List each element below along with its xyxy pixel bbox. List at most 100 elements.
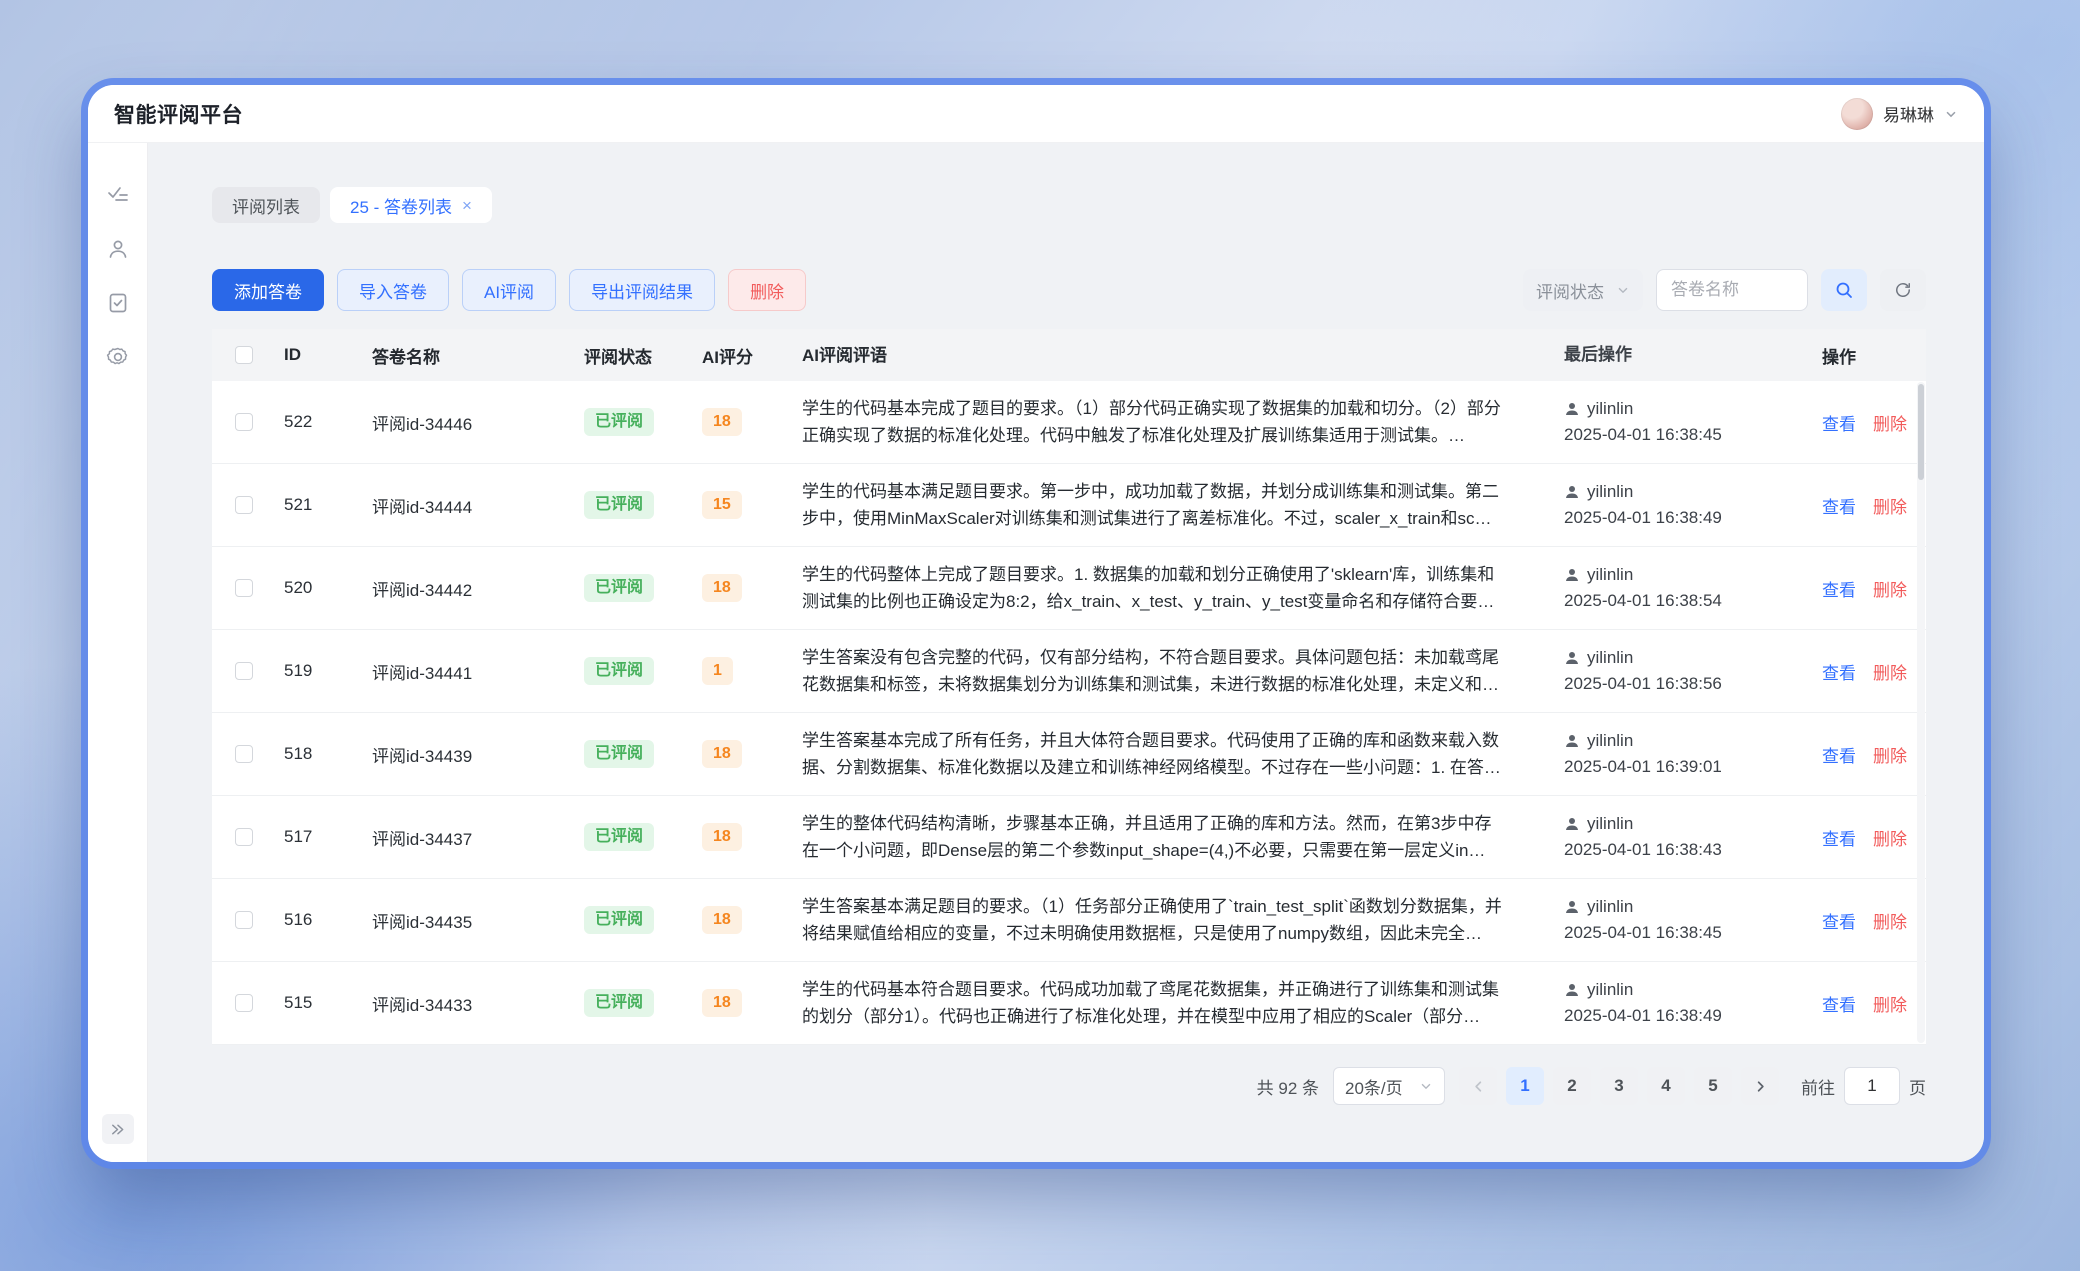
search-icon (1834, 280, 1854, 300)
row-name: 评阅id-34433 (364, 991, 576, 1016)
col-status: 评阅状态 (576, 343, 694, 368)
page-button-5[interactable]: 5 (1694, 1067, 1732, 1105)
view-link[interactable]: 查看 (1822, 742, 1856, 767)
view-link[interactable]: 查看 (1822, 825, 1856, 850)
row-checkbox[interactable] (235, 911, 253, 929)
row-name: 评阅id-34442 (364, 576, 576, 601)
row-time: 2025-04-01 16:38:49 (1564, 1003, 1806, 1029)
user-icon (1564, 650, 1580, 666)
import-answer-button[interactable]: 导入答卷 (337, 269, 449, 311)
row-lastop: yilinlin 2025-04-01 16:38:43 (1556, 811, 1814, 863)
prev-page-button[interactable] (1459, 1067, 1497, 1105)
row-checkbox[interactable] (235, 413, 253, 431)
view-link[interactable]: 查看 (1822, 991, 1856, 1016)
ai-review-button[interactable]: AI评阅 (462, 269, 556, 311)
delete-link[interactable]: 删除 (1873, 742, 1907, 767)
status-badge: 已评阅 (584, 989, 654, 1017)
next-page-button[interactable] (1741, 1067, 1779, 1105)
row-operator: yilinlin (1587, 811, 1633, 837)
row-checkbox[interactable] (235, 579, 253, 597)
app-window: 智能评阅平台 易琳琳 评阅列表 25 - 答卷列 (88, 85, 1984, 1162)
row-time: 2025-04-01 16:38:49 (1564, 505, 1806, 531)
row-checkbox[interactable] (235, 496, 253, 514)
page-button-3[interactable]: 3 (1600, 1067, 1638, 1105)
row-comment: 学生答案没有包含完整的代码，仅有部分结构，不符合题目要求。具体问题包括：未加载鸢… (794, 644, 1556, 698)
view-link[interactable]: 查看 (1822, 659, 1856, 684)
row-operator: yilinlin (1587, 396, 1633, 422)
avatar[interactable] (1841, 98, 1873, 130)
settings-gear-icon[interactable] (106, 345, 130, 369)
col-name: 答卷名称 (364, 343, 576, 368)
row-name: 评阅id-34439 (364, 742, 576, 767)
row-comment: 学生的代码基本完成了题目的要求。（1）部分代码正确实现了数据集的加载和切分。（2… (794, 395, 1556, 449)
delete-link[interactable]: 删除 (1873, 908, 1907, 933)
document-check-icon[interactable] (106, 291, 130, 315)
select-all-checkbox[interactable] (235, 346, 253, 364)
row-checkbox[interactable] (235, 745, 253, 763)
score-badge: 18 (702, 823, 742, 851)
chevron-down-icon (1616, 283, 1630, 297)
row-id: 519 (276, 661, 364, 681)
chevron-down-icon (1944, 107, 1958, 121)
row-checkbox[interactable] (235, 662, 253, 680)
delete-button[interactable]: 删除 (728, 269, 806, 311)
row-lastop: yilinlin 2025-04-01 16:38:49 (1556, 479, 1814, 531)
user-icon (1564, 733, 1580, 749)
row-comment: 学生答案基本完成了所有任务，并且大体符合题目要求。代码使用了正确的库和函数来载入… (794, 727, 1556, 781)
row-lastop: yilinlin 2025-04-01 16:38:54 (1556, 562, 1814, 614)
row-time: 2025-04-01 16:38:45 (1564, 422, 1806, 448)
user-menu[interactable]: 易琳琳 (1841, 98, 1958, 130)
score-badge: 18 (702, 574, 742, 602)
table-scrollbar[interactable] (1917, 382, 1925, 1043)
delete-link[interactable]: 删除 (1873, 825, 1907, 850)
sidebar-expand-button[interactable] (102, 1114, 134, 1144)
chevron-left-icon (1471, 1079, 1486, 1094)
page-button-4[interactable]: 4 (1647, 1067, 1685, 1105)
row-name: 评阅id-34444 (364, 493, 576, 518)
review-list-icon[interactable] (106, 183, 130, 207)
add-answer-button[interactable]: 添加答卷 (212, 269, 324, 311)
chevron-down-icon (1419, 1079, 1433, 1093)
view-link[interactable]: 查看 (1822, 576, 1856, 601)
page-size-select[interactable]: 20条/页 (1333, 1067, 1445, 1105)
export-results-button[interactable]: 导出评阅结果 (569, 269, 715, 311)
row-checkbox[interactable] (235, 828, 253, 846)
row-operator: yilinlin (1587, 728, 1633, 754)
row-checkbox[interactable] (235, 994, 253, 1012)
view-link[interactable]: 查看 (1822, 493, 1856, 518)
refresh-icon (1893, 280, 1913, 300)
page-button-2[interactable]: 2 (1553, 1067, 1591, 1105)
answer-name-input[interactable] (1656, 269, 1808, 311)
col-score: AI评分 (694, 343, 794, 368)
search-button[interactable] (1821, 269, 1867, 311)
expand-double-chevron-icon (110, 1122, 125, 1137)
row-id: 515 (276, 993, 364, 1013)
status-badge: 已评阅 (584, 740, 654, 768)
delete-link[interactable]: 删除 (1873, 991, 1907, 1016)
score-badge: 18 (702, 989, 742, 1017)
view-link[interactable]: 查看 (1822, 908, 1856, 933)
refresh-button[interactable] (1880, 269, 1926, 311)
page-button-1[interactable]: 1 (1506, 1067, 1544, 1105)
scrollbar-thumb[interactable] (1918, 384, 1924, 480)
review-status-select[interactable]: 评阅状态 (1523, 269, 1643, 311)
row-operator: yilinlin (1587, 977, 1633, 1003)
delete-link[interactable]: 删除 (1873, 576, 1907, 601)
row-time: 2025-04-01 16:38:56 (1564, 671, 1806, 697)
delete-link[interactable]: 删除 (1873, 410, 1907, 435)
delete-link[interactable]: 删除 (1873, 659, 1907, 684)
view-link[interactable]: 查看 (1822, 410, 1856, 435)
tab-answer-sheet-list[interactable]: 25 - 答卷列表 × (330, 187, 492, 223)
status-badge: 已评阅 (584, 657, 654, 685)
delete-link[interactable]: 删除 (1873, 493, 1907, 518)
score-badge: 1 (702, 657, 733, 685)
row-id: 522 (276, 412, 364, 432)
user-name: 易琳琳 (1883, 101, 1934, 126)
row-time: 2025-04-01 16:39:01 (1564, 754, 1806, 780)
tab-review-list[interactable]: 评阅列表 (212, 187, 320, 223)
goto-page-input[interactable] (1844, 1067, 1900, 1105)
table-header-row: ID 答卷名称 评阅状态 AI评分 AI评阅评语 最后操作 操作 (212, 329, 1926, 381)
row-lastop: yilinlin 2025-04-01 16:38:56 (1556, 645, 1814, 697)
close-icon[interactable]: × (462, 197, 472, 214)
user-icon[interactable] (106, 237, 130, 261)
